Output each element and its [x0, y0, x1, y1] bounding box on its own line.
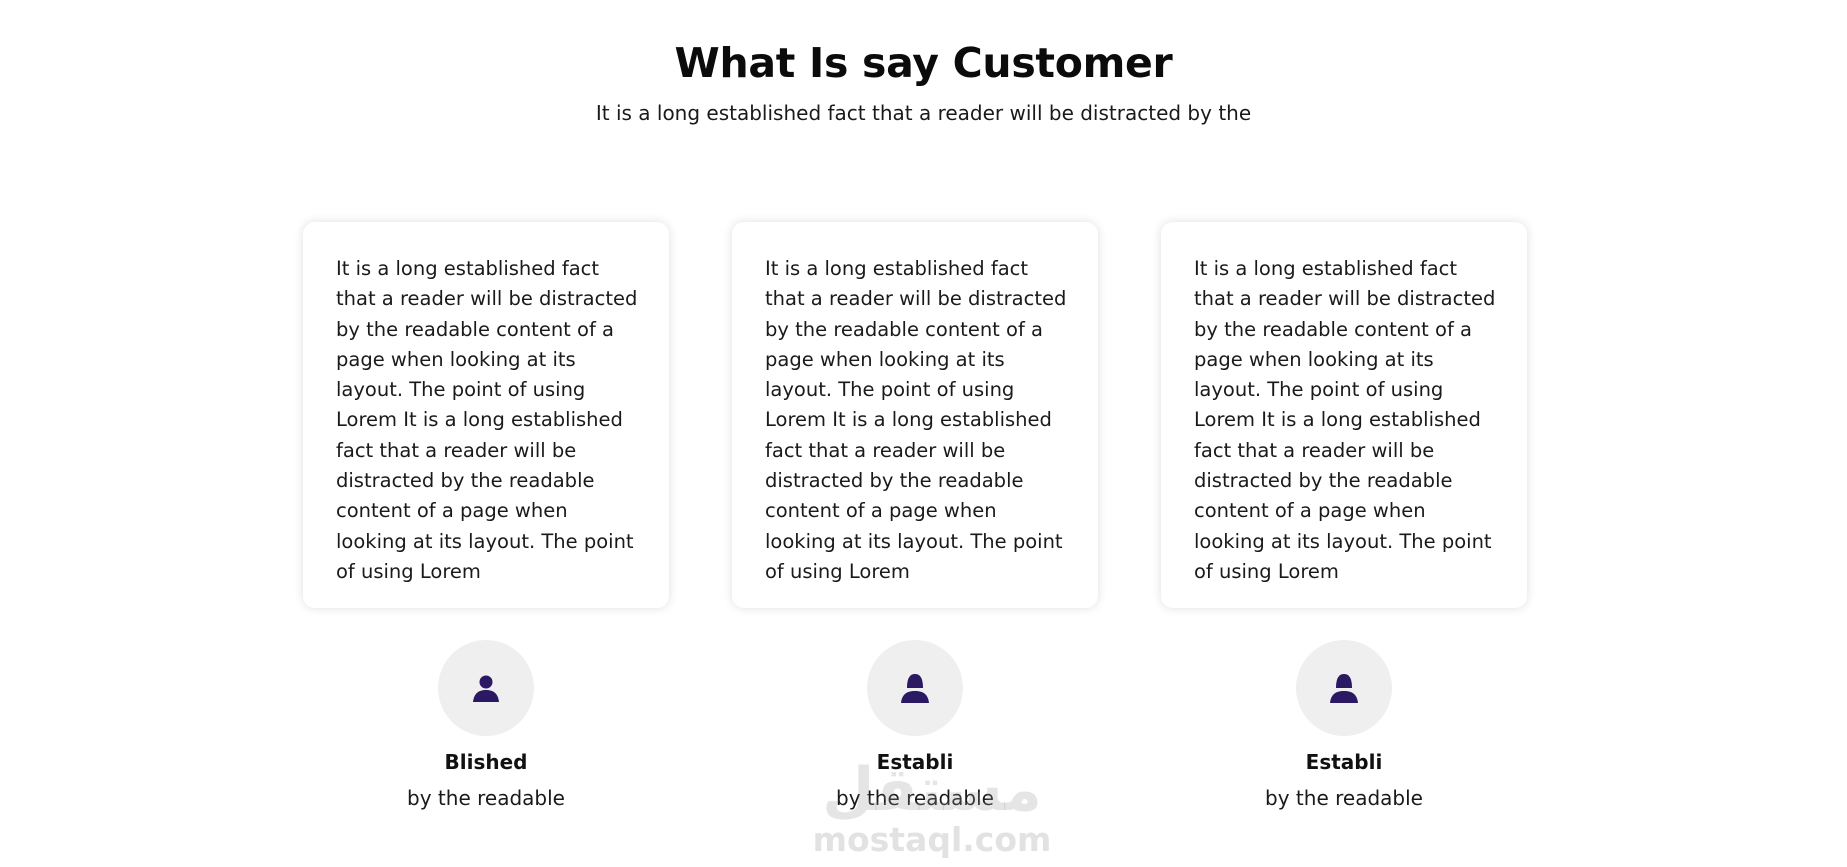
avatar	[1296, 640, 1392, 736]
testimonial-card: It is a long established fact that a rea…	[1161, 222, 1527, 608]
avatar	[438, 640, 534, 736]
customer-name: Establi	[876, 750, 954, 774]
female-user-icon	[1330, 674, 1358, 703]
customer-name: Blished	[444, 750, 528, 774]
testimonial-text: It is a long established fact that a rea…	[1194, 257, 1496, 583]
section-header: What Is say Customer It is a long establ…	[0, 34, 1847, 126]
section-title: What Is say Customer	[674, 39, 1173, 87]
avatar	[867, 640, 963, 736]
customer-name: Establi	[1305, 750, 1383, 774]
watermark-latin-text: mostaql.com	[812, 820, 1052, 859]
customer-role: by the readable	[1265, 786, 1423, 810]
testimonial-item: It is a long established fact that a rea…	[732, 222, 1098, 811]
testimonials-page: What Is say Customer It is a long establ…	[0, 0, 1847, 867]
testimonial-text: It is a long established fact that a rea…	[765, 257, 1067, 583]
testimonial-list: It is a long established fact that a rea…	[303, 222, 1527, 811]
section-subtitle: It is a long established fact that a rea…	[595, 101, 1252, 125]
customer-role: by the readable	[836, 786, 994, 810]
testimonial-item: It is a long established fact that a rea…	[303, 222, 669, 811]
male-user-icon	[473, 675, 499, 702]
testimonial-card: It is a long established fact that a rea…	[732, 222, 1098, 608]
female-user-icon	[901, 674, 929, 703]
customer-role: by the readable	[407, 786, 565, 810]
testimonial-card: It is a long established fact that a rea…	[303, 222, 669, 608]
testimonial-text: It is a long established fact that a rea…	[336, 257, 638, 583]
testimonial-item: It is a long established fact that a rea…	[1161, 222, 1527, 811]
